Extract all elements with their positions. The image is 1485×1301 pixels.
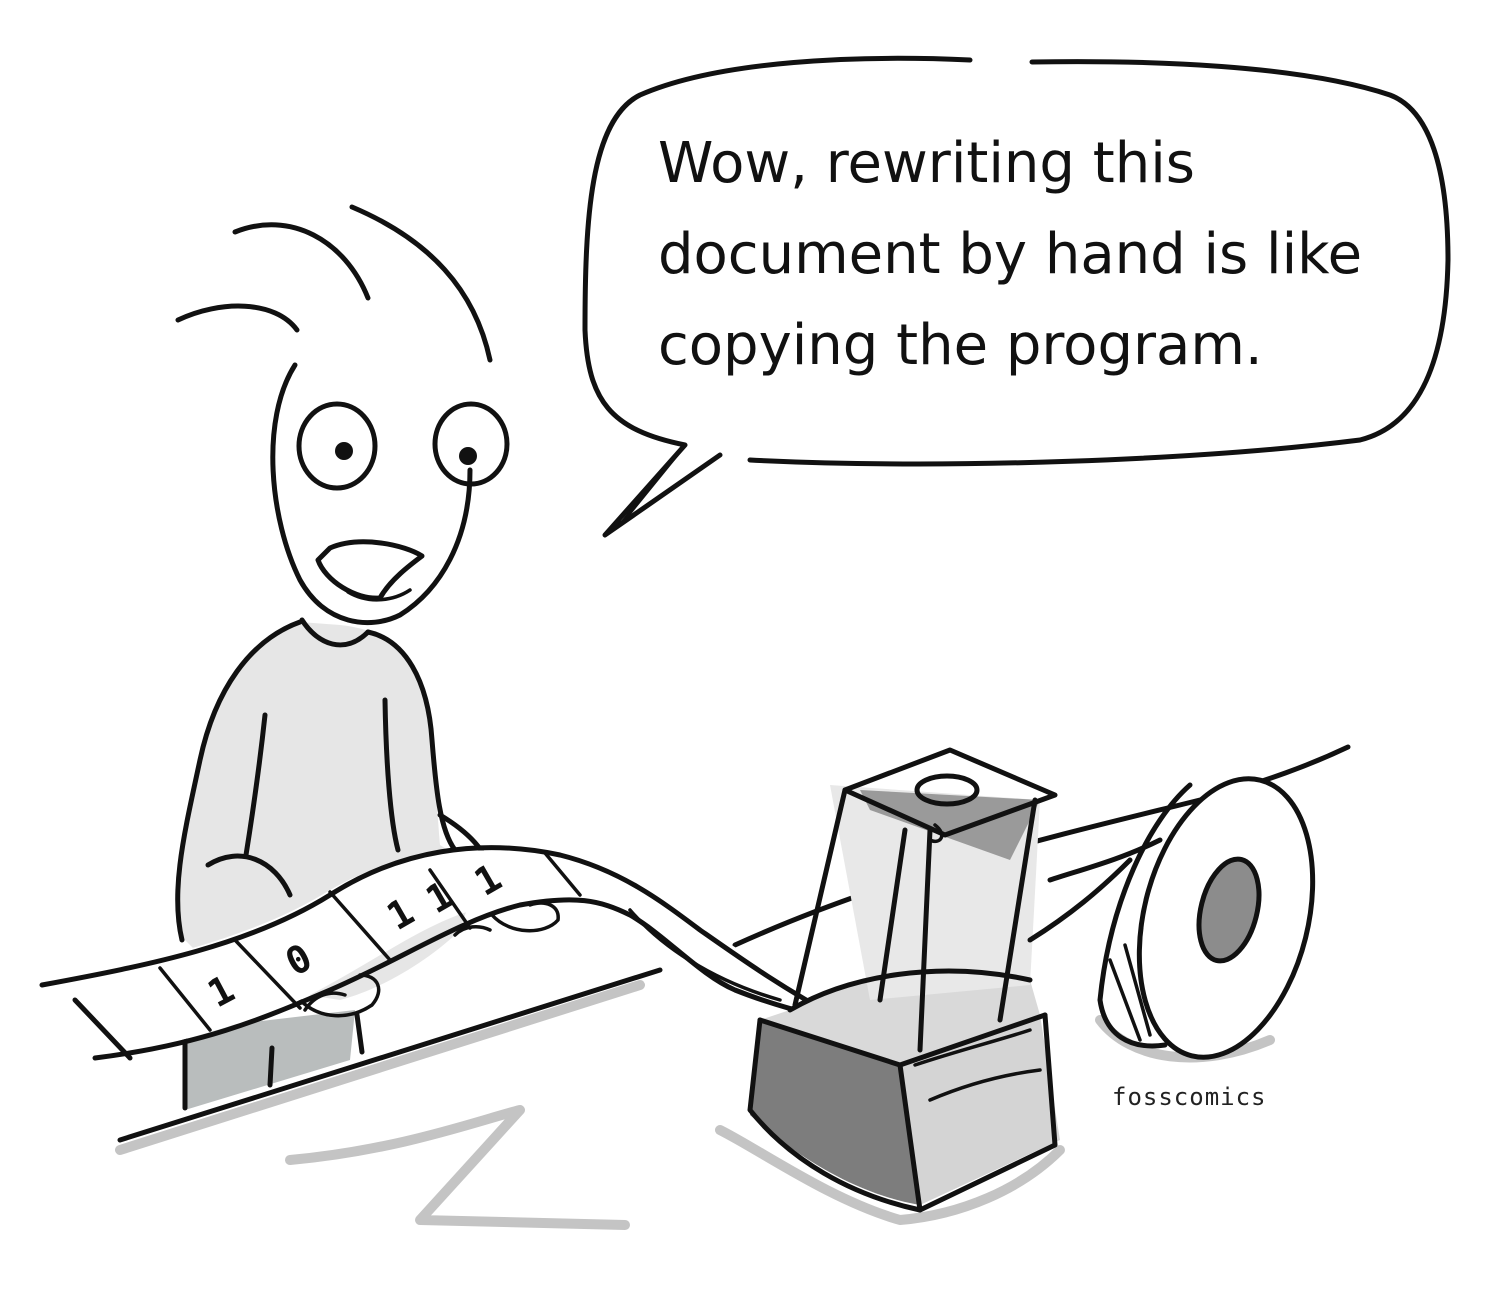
character-head: [270, 362, 510, 626]
paper-tape: 1 0 1 1 1: [39, 845, 845, 1061]
tape-reel: [1027, 776, 1316, 1063]
signature: fosscomics: [1112, 1083, 1267, 1111]
speech-line: document by hand is like: [658, 222, 1363, 287]
hair: [175, 204, 493, 363]
speech-line: copying the program.: [658, 313, 1263, 378]
speech-line: Wow, rewriting this: [658, 131, 1195, 196]
speech-bubble-text: Wow, rewriting this document by hand is …: [658, 118, 1448, 391]
